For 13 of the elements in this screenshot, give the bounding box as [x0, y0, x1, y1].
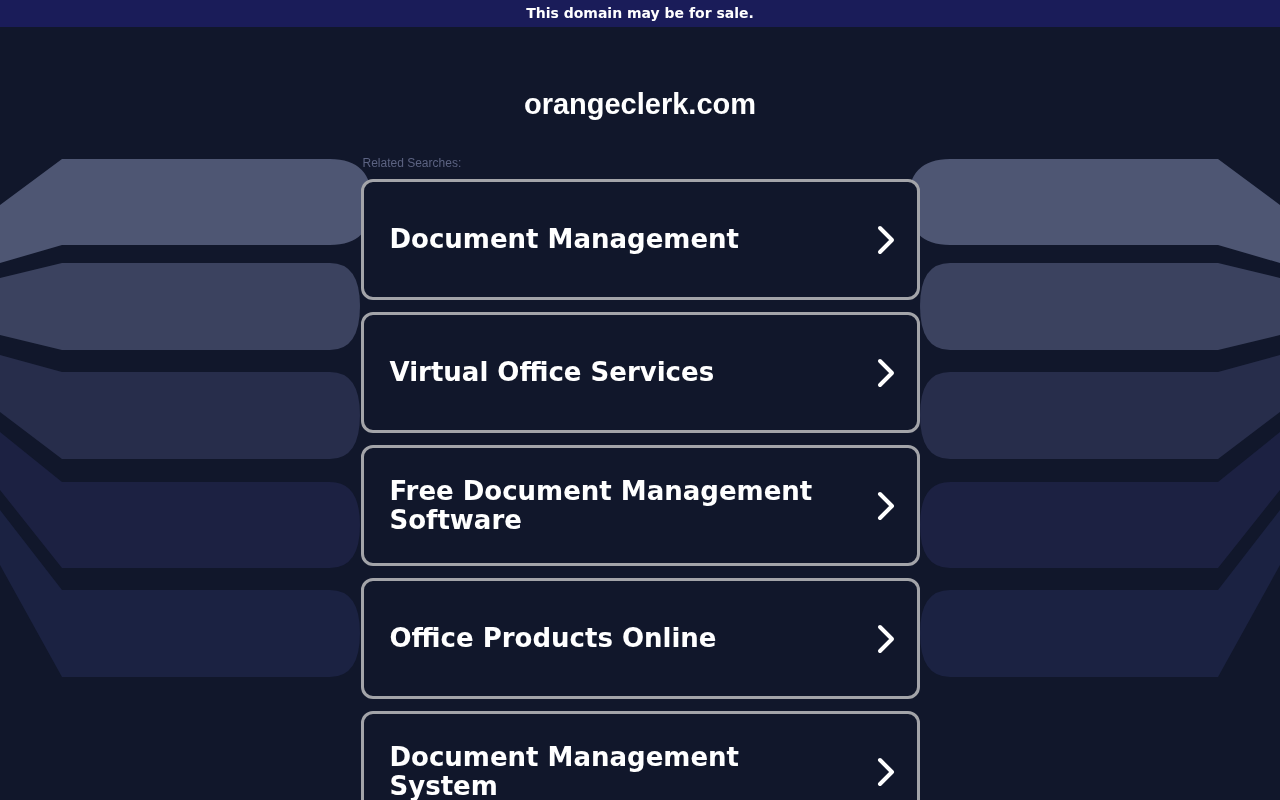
related-search-link[interactable]: Free Document Management Software — [360, 445, 920, 566]
chevron-right-icon — [876, 224, 895, 255]
banner-text: This domain may be for sale. — [526, 4, 754, 23]
related-search-link[interactable]: Document Management — [360, 179, 920, 300]
related-search-link[interactable]: Office Products Online — [360, 578, 920, 699]
related-search-link[interactable]: Document Management System — [360, 711, 920, 800]
chevron-right-icon — [876, 623, 895, 654]
chevron-right-icon — [876, 756, 895, 787]
chevron-right-icon — [876, 357, 895, 388]
chevron-right-icon — [876, 490, 895, 521]
related-searches-label: Related Searches: — [361, 155, 463, 171]
domain-title: orangeclerk.com — [523, 87, 757, 122]
related-search-link[interactable]: Virtual Office Services — [360, 312, 920, 433]
